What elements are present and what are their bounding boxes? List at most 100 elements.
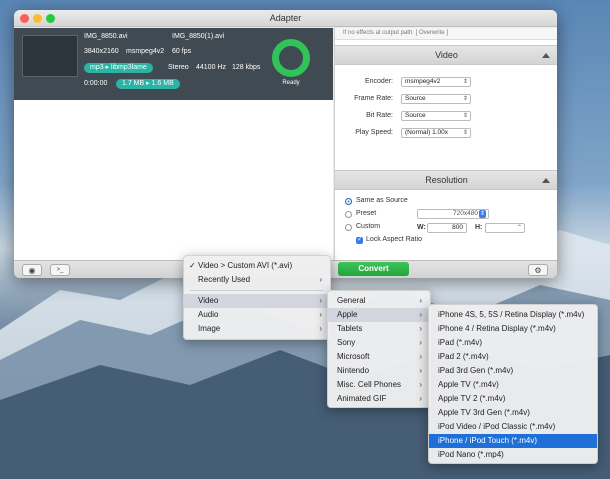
video-section-header[interactable]: Video [335,45,557,65]
menu-item-nintendo[interactable]: Nintendo › [328,364,430,378]
stepper-icon: ⇕ [462,79,468,85]
chevron-right-icon: › [419,394,422,403]
menu-item-ipod-video[interactable]: iPod Video / iPod Classic (*.m4v) [429,420,597,434]
settings-button[interactable]: ⚙ [528,264,548,276]
misc-cell-phones-label: Misc. Cell Phones [337,380,402,389]
stepper-icon: ⇕ [462,130,468,136]
menu-item-selected-format[interactable]: ✓ Video > Custom AVI (*.avi) [184,259,330,273]
chevron-right-icon: › [319,275,322,284]
chevron-right-icon: › [319,324,322,333]
menu-item-apple-tv[interactable]: Apple TV (*.m4v) [429,378,597,392]
audio-channels: Stereo [168,64,189,71]
status-label: Ready [282,80,300,86]
checkmark-icon: ✓ [189,261,196,270]
file-duration: 0:00:00 [84,80,108,87]
menu-item-video[interactable]: Video › [184,294,330,308]
playspeed-value: (Normal) 1.00x [405,129,448,136]
menu-item-sony[interactable]: Sony › [328,336,430,350]
collapse-triangle-icon[interactable] [542,178,550,183]
file-list: IMG_8850.avi IMG_8850(1).avi 3840x2160 m… [14,28,333,260]
terminal-icon: >_ [56,267,64,273]
menu-item-ipad-3rd-gen[interactable]: iPad 3rd Gen (*.m4v) [429,364,597,378]
chevron-right-icon: › [419,324,422,333]
menu-item-apple-tv-3rd-gen[interactable]: Apple TV 3rd Gen (*.m4v) [429,406,597,420]
lock-aspect-checkbox[interactable]: ✓ [356,237,363,244]
encoder-select[interactable]: msmpeg4v2 ⇕ [401,77,471,87]
settings-panel: If no effects at output path: [ Overwrit… [334,28,557,260]
bitrate-label: Bit Rate: [366,112,393,119]
file-fps: 60 fps [172,48,192,55]
audio-sample-rate: 44100 Hz [196,64,226,71]
output-format-menu: ✓ Video > Custom AVI (*.avi) Recently Us… [183,255,331,340]
menu-item-iphone-4s-5[interactable]: iPhone 4S, 5, 5S / Retina Display (*.m4v… [429,308,597,322]
collapse-triangle-icon[interactable] [542,53,550,58]
sony-label: Sony [337,338,356,347]
preset-select[interactable]: 720x480 ⇕ [417,209,489,219]
bitrate-value: Source [405,112,426,119]
chevron-right-icon: › [419,338,422,347]
width-input[interactable]: 800 [427,223,467,233]
preview-button[interactable]: ◉ [22,264,42,276]
selected-format-label: Video > Custom AVI (*.avi) [198,261,293,270]
file-name: IMG_8850.avi [84,33,128,40]
video-submenu: General › Apple › Tablets › Sony › Microsoft… [327,290,431,408]
apple-submenu: iPhone 4S, 5, 5S / Retina Display (*.m4v… [428,304,598,464]
recently-used-label: Recently Used [198,275,251,284]
menu-item-apple[interactable]: Apple › [328,308,430,322]
image-label: Image [198,324,221,333]
framerate-value: Source [405,95,426,102]
menu-item-microsoft[interactable]: Microsoft › [328,350,430,364]
file-codec: msmpeg4v2 [126,48,165,55]
chevron-right-icon: › [319,310,322,319]
menu-item-image[interactable]: Image › [184,322,330,336]
menu-item-general[interactable]: General › [328,294,430,308]
eye-icon: ◉ [28,265,36,275]
menu-item-ipad[interactable]: iPad (*.m4v) [429,336,597,350]
menu-separator [190,290,324,291]
adapter-window: Adapter IMG_8850.avi IMG_8850(1).avi 384… [14,10,557,278]
custom-label: Custom [356,223,381,230]
menu-item-misc-cell-phones[interactable]: Misc. Cell Phones › [328,378,430,392]
width-label: W: [417,224,426,231]
video-thumbnail [22,35,78,77]
same-as-source-radio[interactable] [345,198,352,205]
menu-item-apple-tv-2[interactable]: Apple TV 2 (*.m4v) [429,392,597,406]
preset-radio[interactable] [345,211,352,218]
resolution-section-title: Resolution [425,175,468,185]
general-label: General [337,296,366,305]
stepper-icon: ⇕ [462,96,468,102]
window-title: Adapter [269,13,302,23]
stepper-icon: ⇕ [462,113,468,119]
file-resolution: 3840x2160 [84,48,119,55]
console-button[interactable]: >_ [50,264,70,276]
menu-item-tablets[interactable]: Tablets › [328,322,430,336]
framerate-label: Frame Rate: [354,95,393,102]
menu-item-ipad-2[interactable]: iPad 2 (*.m4v) [429,350,597,364]
animated-gif-label: Animated GIF [337,394,387,403]
same-as-source-label: Same as Source [356,197,408,204]
bitrate-select[interactable]: Source ⇕ [401,111,471,121]
menu-item-iphone-4[interactable]: iPhone 4 / Retina Display (*.m4v) [429,322,597,336]
framerate-select[interactable]: Source ⇕ [401,94,471,104]
playspeed-select[interactable]: (Normal) 1.00x ⇕ [401,128,471,138]
output-file-name: IMG_8850(1).avi [172,33,225,40]
menu-item-animated-gif[interactable]: Animated GIF › [328,392,430,406]
nintendo-label: Nintendo [337,366,370,375]
gear-icon: ⚙ [534,265,542,275]
height-input[interactable]: ⌃ [485,223,525,233]
encoder-value: msmpeg4v2 [405,78,441,85]
custom-radio[interactable] [345,224,352,231]
menu-item-recently-used[interactable]: Recently Used › [184,273,330,287]
menu-item-audio[interactable]: Audio › [184,308,330,322]
menu-item-ipod-nano[interactable]: iPod Nano (*.mp4) [429,448,597,462]
height-label: H: [475,224,483,231]
convert-button[interactable]: Convert [338,262,409,276]
chevron-right-icon: › [419,296,422,305]
microsoft-label: Microsoft [337,352,370,361]
progress-ring-icon [272,39,310,77]
preset-label: Preset [356,210,377,217]
menu-item-iphone-ipod-touch[interactable]: iPhone / iPod Touch (*.m4v) [429,434,597,448]
encoder-label: Encoder: [364,78,393,85]
file-row[interactable]: IMG_8850.avi IMG_8850(1).avi 3840x2160 m… [14,28,333,100]
resolution-section-header[interactable]: Resolution [335,170,557,190]
